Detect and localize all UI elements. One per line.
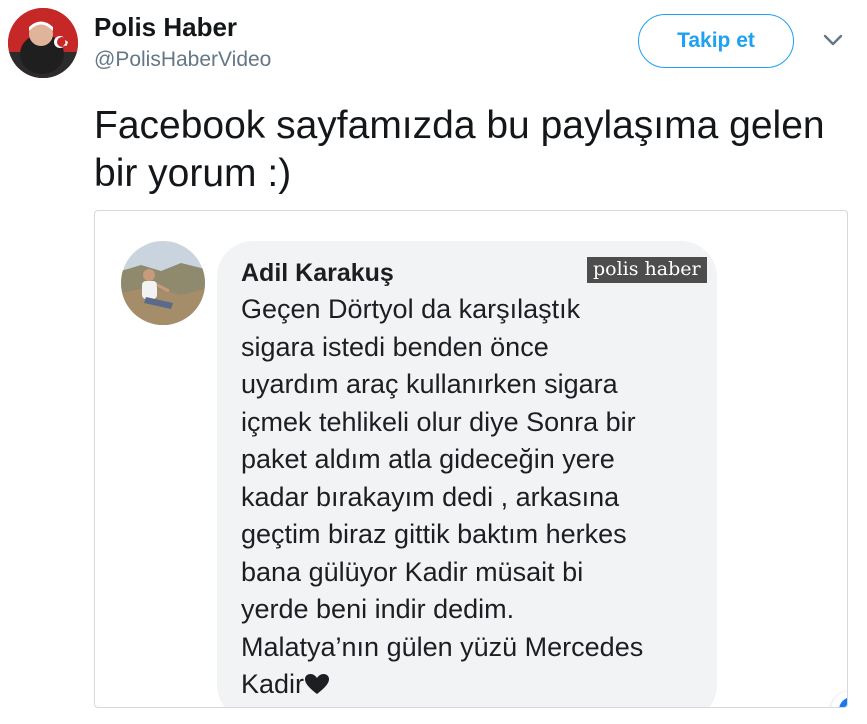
comment-line: kadar bırakayım dedi , arkasına [241,481,620,512]
comment-line: uyardım araç kullanırken sigara [241,369,618,399]
comment-line: sigara istedi benden önce [241,331,549,362]
reactions-summary[interactable]: 14 [831,691,847,707]
comment-text: Geçen Dörtyol da karşılaştık sigara iste… [241,291,711,704]
comment-line: yerde beni indir dedim. [241,594,515,624]
comment-bubble: Adil Karakuş polis haber Geçen Dörtyol d… [217,241,847,707]
author-handle[interactable]: @PolisHaberVideo [94,48,271,72]
comment-line: Geçen Dörtyol da karşılaştık [241,294,581,324]
like-icon [837,695,847,707]
comment-line: Malatya’nın gülen yüzü Mercedes [241,631,644,662]
chevron-down-icon[interactable] [820,30,846,50]
commenter-avatar [121,241,205,325]
tweet-text: Facebook sayfamızda bu paylaşıma gelen b… [94,104,825,195]
comment-line: geçtim biraz gittik baktım herkes [241,519,627,549]
follow-button[interactable]: Takip et [638,14,794,68]
media-card[interactable]: Adil Karakuş polis haber Geçen Dörtyol d… [94,210,848,708]
avatar-image [8,8,78,78]
tweet: Polis Haber @PolisHaberVideo Takip et Fa… [0,0,867,724]
watermark-label: polis haber [587,257,707,283]
author-avatar[interactable] [8,8,78,78]
comment-last-text: Kadir [241,669,305,699]
comment-line: bana gülüyor Kadir müsait bi [241,556,584,587]
comment-line-last: Kadir [241,666,711,704]
commenter-name[interactable]: Adil Karakuş [241,259,394,288]
author-name[interactable]: Polis Haber [94,12,237,43]
comment-line: paket aldım atla gideceğin yere [241,444,615,474]
heart-icon [305,674,330,694]
comment-line: içmek tehlikeli olur diye Sonra bir [241,406,636,437]
follow-button-label: Takip et [677,29,755,52]
